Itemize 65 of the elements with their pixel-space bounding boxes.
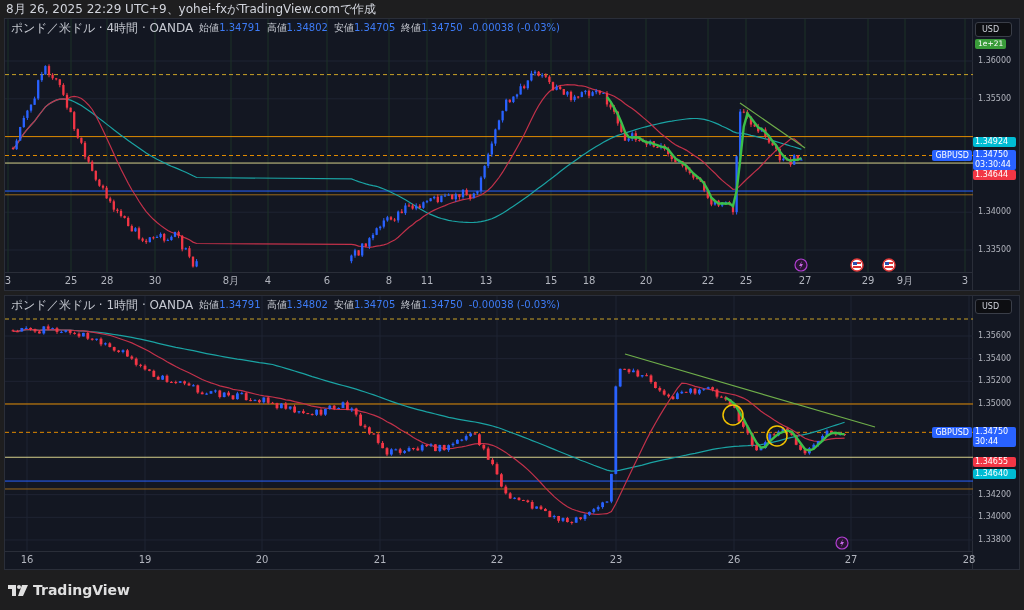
ohlc-value: 高値1.34802 (266, 21, 328, 35)
time-label: 9月 (896, 275, 914, 287)
ohlc-value: 終値1.34750 (401, 21, 463, 35)
symbol-tag: GBPUSD (932, 427, 972, 438)
time-label: 23 (609, 554, 623, 566)
time-label: 20 (639, 275, 653, 287)
ohlc-value: 高値1.34802 (266, 298, 328, 312)
time-label: 4 (264, 275, 272, 287)
caption-text: 8月 26, 2025 22:29 UTC+9、yohei-fxがTradingView.comで作成 (6, 2, 376, 16)
time-label: 26 (727, 554, 741, 566)
time-label: 22 (490, 554, 504, 566)
badge-price: 1.34750 (975, 150, 1010, 160)
price-label: 1.35600 (978, 330, 1012, 342)
badge-price: 1.34644 (975, 170, 1010, 180)
ohlc-value: 始値1.34791 (199, 298, 261, 312)
currency-button[interactable]: USD (975, 22, 1012, 37)
time-label: 22 (701, 275, 715, 287)
countdown-timer: 03:30:44 (975, 160, 1012, 170)
time-label: 25 (739, 275, 753, 287)
price-label: 1.34000 (978, 511, 1012, 524)
badge-price: 1.34655 (975, 457, 1010, 467)
currency-button[interactable]: USD (975, 299, 1012, 314)
time-label: 18 (582, 275, 596, 287)
time-label: 6 (323, 275, 331, 287)
brand-name: TradingView (33, 580, 130, 600)
badge-price: 1.34750 (975, 427, 1010, 437)
time-label: 27 (798, 275, 812, 287)
time-label: 8 (385, 275, 393, 287)
symbol-title: ポンド／米ドル · 4時間 · OANDA (11, 20, 194, 35)
price-change: -0.00038 (-0.03%) (468, 298, 560, 312)
time-label: 3 (961, 275, 969, 287)
time-label: 30 (148, 275, 162, 287)
ohlc-value: 安値1.34705 (333, 21, 396, 35)
time-label: 15 (544, 275, 558, 287)
time-label: 19 (138, 554, 152, 566)
symbol-tag: GBPUSD (932, 150, 972, 161)
time-label: 3 (4, 275, 12, 287)
symbol-title: ポンド／米ドル · 1時間 · OANDA (11, 297, 194, 312)
price-label: 1.35400 (978, 352, 1012, 365)
ohlc-value: 始値1.34791 (199, 21, 261, 35)
time-label: 29 (861, 275, 875, 287)
price-label: 1.35000 (978, 398, 1012, 410)
time-label: 21 (373, 554, 387, 566)
price-label: 1.35500 (978, 92, 1012, 105)
time-label: 20 (255, 554, 269, 566)
price-label: 1.35200 (978, 375, 1012, 388)
price-label: 1.33500 (978, 244, 1012, 256)
price-label: 1.34000 (978, 206, 1012, 219)
time-label: 16 (20, 554, 34, 566)
time-label: 28 (100, 275, 114, 287)
time-label: 25 (64, 275, 78, 287)
price-label: 1.33800 (978, 534, 1012, 546)
time-label: 8月 (222, 275, 240, 287)
price-change: -0.00038 (-0.03%) (468, 21, 560, 35)
ohlc-value: 終値1.34750 (401, 298, 463, 312)
time-label: 28 (962, 554, 976, 566)
ohlc-value: 安値1.34705 (333, 298, 396, 312)
time-label: 27 (844, 554, 858, 566)
time-label: 13 (479, 275, 493, 287)
badge-price: 1.34640 (975, 469, 1010, 479)
price-label: 1.36000 (978, 55, 1012, 67)
badge-price: 1.34924 (975, 137, 1010, 147)
price-label: 1.34200 (978, 488, 1012, 501)
countdown-timer: 30:44 (975, 437, 1000, 447)
time-label: 11 (420, 275, 434, 287)
